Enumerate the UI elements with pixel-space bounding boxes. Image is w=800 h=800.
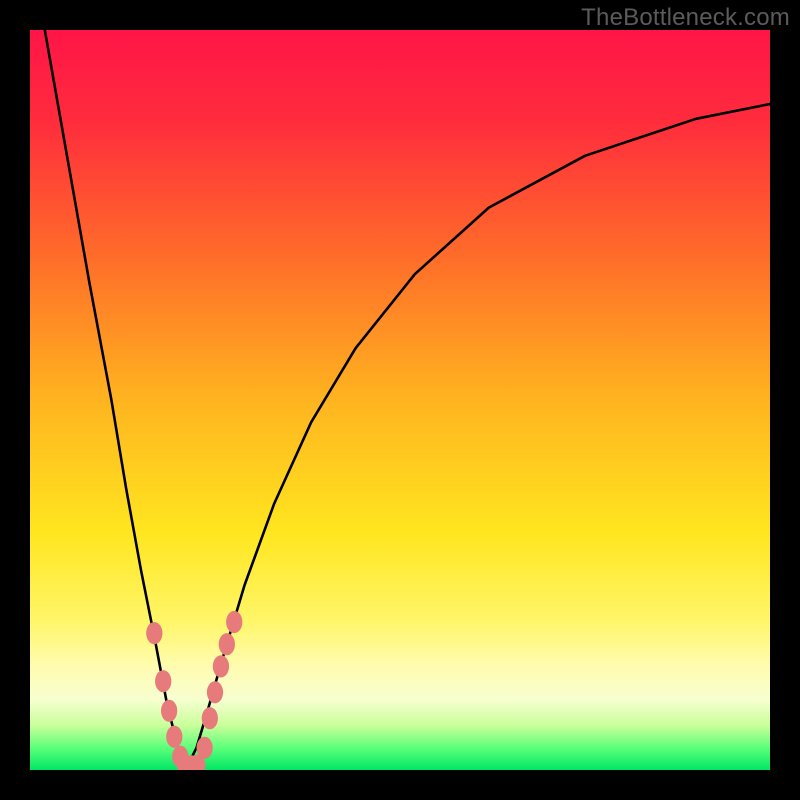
marker-dot — [155, 670, 171, 692]
highlighted-points — [146, 611, 242, 770]
marker-dot — [202, 707, 218, 729]
marker-dot — [166, 726, 182, 748]
marker-dot — [197, 737, 213, 759]
marker-dot — [226, 611, 242, 633]
curve-layer — [30, 30, 770, 770]
marker-dot — [213, 655, 229, 677]
watermark-text: TheBottleneck.com — [581, 4, 790, 32]
marker-dot — [161, 700, 177, 722]
marker-dot — [219, 633, 235, 655]
bottleneck-curve — [45, 30, 770, 770]
marker-dot — [207, 681, 223, 703]
plot-area — [30, 30, 770, 770]
outer-black-frame: TheBottleneck.com — [0, 0, 800, 800]
marker-dot — [146, 622, 162, 644]
